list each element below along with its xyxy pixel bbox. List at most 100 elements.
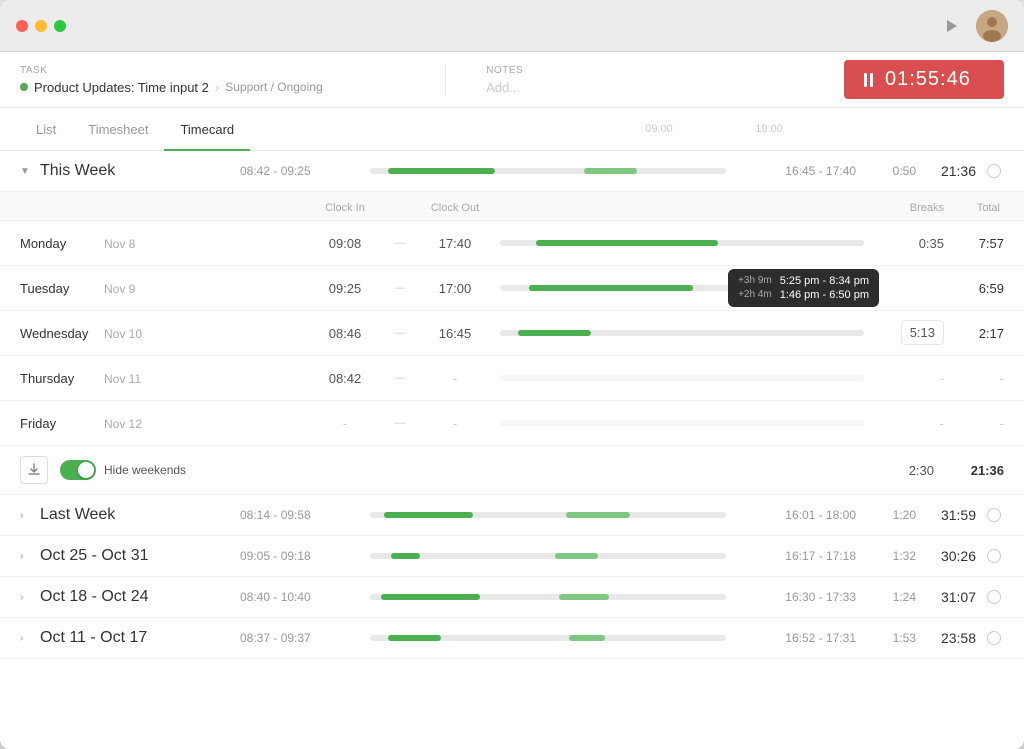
col-clock-out: Clock Out [410,202,500,214]
thursday-clock-in: 08:42 [300,371,390,386]
oct18-time-end: 16:30 - 17:33 [736,590,856,604]
chevron-down-icon: ▼ [20,166,32,177]
day-name-tuesday: Tuesday [20,281,100,296]
wednesday-total: 2:17 [944,326,1004,341]
day-row-thursday: Thursday Nov 11 08:42 — - - - [0,356,1024,401]
last-week-time-end: 16:01 - 18:00 [736,508,856,522]
friday-timeline [500,413,864,433]
week-this-week[interactable]: ▼ This Week 08:42 - 09:25 16:45 - 17:40 … [0,151,1024,192]
week-footer-row: Hide weekends 2:30 21:36 [0,446,1024,495]
monday-clock-in: 09:08 [300,236,390,251]
week-options-button[interactable] [984,161,1004,181]
thursday-clock-out: - [410,371,500,386]
oct11-breaks: 1:53 [856,631,916,645]
hide-weekends-label: Hide weekends [104,463,186,477]
day-name-monday: Monday [20,236,100,251]
week-title-oct18: Oct 18 - Oct 24 [40,588,220,606]
week-title-last: Last Week [40,506,220,524]
oct18-time-start: 08:40 - 10:40 [240,590,360,604]
options-icon [987,631,1001,645]
week-oct25[interactable]: › Oct 25 - Oct 31 09:05 - 09:18 16:17 - … [0,536,1024,577]
week-title: This Week [40,162,220,180]
oct18-total: 31:07 [926,589,976,605]
week-expanded: Clock In Clock Out Breaks Total Monday N… [0,192,1024,495]
oct25-timeline [370,546,726,566]
oct25-total: 30:26 [926,548,976,564]
monday-clock-out: 17:40 [410,236,500,251]
timer-button[interactable]: 01:55:46 [844,60,1004,99]
toggle-thumb [78,462,94,478]
titlebar-right [940,10,1008,42]
day-date-monday: Nov 8 [104,237,164,251]
tooltip-badge-2: +2h 4m [738,289,772,301]
task-status-dot [20,83,28,91]
friday-breaks: - [864,416,944,431]
week-total: 21:36 [926,163,976,179]
week-time-end: 16:45 - 17:40 [736,164,856,178]
friday-clock-out: - [410,416,500,431]
hide-weekends-toggle[interactable]: Hide weekends [60,460,186,480]
tab-list[interactable]: List [20,108,72,151]
week-oct11[interactable]: › Oct 11 - Oct 17 08:37 - 09:37 16:52 - … [0,618,1024,659]
day-row-monday: Monday Nov 8 09:08 — 17:40 0:35 7:57 [0,221,1024,266]
wednesday-clock-out: 16:45 [410,326,500,341]
last-week-breaks: 1:20 [856,508,916,522]
last-week-options-button[interactable] [984,505,1004,525]
timeline-tick-1: 09:00 [645,123,673,135]
oct11-options-button[interactable] [984,628,1004,648]
tooltip-badge-1: +3h 9m [738,275,772,287]
tab-timesheet[interactable]: Timesheet [72,108,164,151]
oct18-breaks: 1:24 [856,590,916,604]
tuesday-breaks-tooltip: +3h 9m 5:25 pm - 8:34 pm +2h 4m 1:46 pm … [728,269,879,307]
day-date-friday: Nov 12 [104,417,164,431]
week-last-week[interactable]: › Last Week 08:14 - 09:58 16:01 - 18:00 … [0,495,1024,536]
tuesday-clock-out: 17:00 [410,281,500,296]
timer-display: 01:55:46 [885,68,971,91]
options-icon [987,164,1001,178]
tooltip-time-1: 5:25 pm - 8:34 pm [780,275,869,287]
task-name: Product Updates: Time input 2 [34,80,209,95]
play-button[interactable] [940,14,964,38]
day-date-thursday: Nov 11 [104,372,164,386]
day-date-tuesday: Nov 9 [104,282,164,296]
notes-label: Notes [486,65,824,76]
options-icon [987,549,1001,563]
maximize-button[interactable] [54,20,66,32]
last-week-timeline [370,505,726,525]
week-oct18[interactable]: › Oct 18 - Oct 24 08:40 - 10:40 16:30 - … [0,577,1024,618]
pause-icon [864,73,873,87]
traffic-lights [16,20,66,32]
oct11-time-start: 08:37 - 09:37 [240,631,360,645]
main-content: List Timesheet Timecard 09:00 19:00 ▼ Th… [0,108,1024,749]
tab-timecard[interactable]: Timecard [164,108,250,151]
footer-breaks: 2:30 [874,463,934,478]
thursday-breaks: - [864,371,944,386]
close-button[interactable] [16,20,28,32]
task-section[interactable]: Task Product Updates: Time input 2 › Sup… [20,65,446,95]
monday-timeline [500,233,864,253]
oct25-time-start: 09:05 - 09:18 [240,549,360,563]
titlebar [0,0,1024,52]
download-button[interactable] [20,456,48,484]
col-total: Total [944,202,1004,214]
taskbar: Task Product Updates: Time input 2 › Sup… [0,52,1024,108]
wednesday-breaks-value: 5:13 [901,320,944,345]
oct25-breaks: 1:32 [856,549,916,563]
task-value: Product Updates: Time input 2 › Support … [20,80,425,95]
minimize-button[interactable] [35,20,47,32]
chevron-right-icon: › [20,592,32,603]
week-time-start: 08:42 - 09:25 [240,164,360,178]
oct25-options-button[interactable] [984,546,1004,566]
avatar[interactable] [976,10,1008,42]
notes-placeholder: Add... [486,80,824,95]
scroll-area[interactable]: ▼ This Week 08:42 - 09:25 16:45 - 17:40 … [0,151,1024,749]
oct11-total: 23:58 [926,630,976,646]
options-icon [987,508,1001,522]
timeline-tick-2: 19:00 [755,123,783,135]
notes-section[interactable]: Notes Add... [466,65,844,95]
day-row-tuesday: Tuesday Nov 9 09:25 — 17:00 +3h 9 [0,266,1024,311]
chevron-right-icon: › [20,510,32,521]
oct18-options-button[interactable] [984,587,1004,607]
chevron-right-icon: › [20,633,32,644]
week-breaks: 0:50 [856,164,916,178]
